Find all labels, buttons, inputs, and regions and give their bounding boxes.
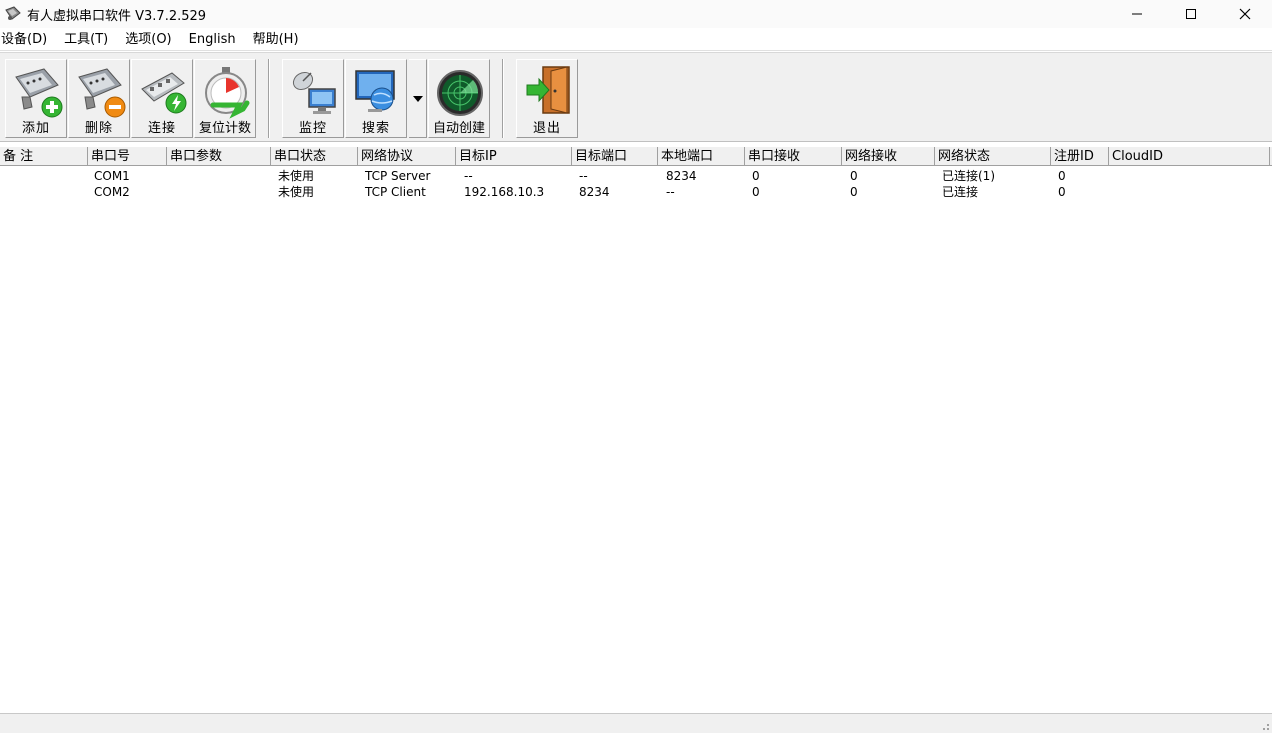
cell-serial-rx: 0 bbox=[752, 169, 760, 183]
delete-button[interactable]: 删除 bbox=[68, 59, 130, 138]
menu-device[interactable]: 设备(D) bbox=[1, 29, 55, 51]
delete-port-icon bbox=[78, 68, 126, 118]
connect-button[interactable]: 连接 bbox=[131, 59, 193, 138]
cell-target-port: 8234 bbox=[579, 185, 610, 199]
window-title: 有人虚拟串口软件 V3.7.2.529 bbox=[27, 8, 207, 24]
cell-network-rx: 0 bbox=[850, 169, 858, 183]
search-dropdown-button[interactable] bbox=[409, 59, 427, 138]
close-button[interactable] bbox=[1218, 0, 1272, 28]
auto-create-button[interactable]: 自动创建 bbox=[428, 59, 490, 138]
cell-port-status: 未使用 bbox=[278, 185, 315, 199]
column-header-serial-rx[interactable]: 串口接收 bbox=[745, 147, 842, 166]
maximize-icon bbox=[1186, 9, 1196, 19]
column-header-port-status[interactable]: 串口状态 bbox=[271, 147, 358, 166]
radar-icon bbox=[437, 70, 483, 116]
cell-network-status: 已连接(1) bbox=[942, 169, 995, 183]
menu-help[interactable]: 帮助(H) bbox=[253, 29, 307, 51]
maximize-button[interactable] bbox=[1164, 0, 1218, 28]
chevron-down-icon bbox=[413, 96, 423, 102]
exit-door-icon bbox=[526, 66, 570, 114]
cell-network-status: 已连接 bbox=[942, 185, 979, 199]
table-row[interactable]: COM1 未使用 TCP Server -- -- 8234 0 0 已连接(1… bbox=[0, 168, 1272, 184]
menu-tools[interactable]: 工具(T) bbox=[64, 29, 116, 51]
column-header-target-ip[interactable]: 目标IP bbox=[456, 147, 572, 166]
toolbar: 添加 删除 连接 复位计数 监控 搜索 自动创建 退出 bbox=[0, 52, 1272, 142]
column-header-local-port[interactable]: 本地端口 bbox=[658, 147, 745, 166]
cell-register-id: 0 bbox=[1058, 185, 1066, 199]
stopwatch-reset-icon bbox=[205, 67, 250, 119]
column-header-target-port[interactable]: 目标端口 bbox=[572, 147, 658, 166]
cell-port-status: 未使用 bbox=[278, 169, 315, 183]
cell-network-rx: 0 bbox=[850, 185, 858, 199]
exit-button[interactable]: 退出 bbox=[516, 59, 578, 138]
cell-serial-rx: 0 bbox=[752, 185, 760, 199]
reset-count-button[interactable]: 复位计数 bbox=[194, 59, 256, 138]
app-serial-icon bbox=[5, 6, 21, 20]
connect-icon bbox=[141, 72, 187, 114]
cell-port: COM2 bbox=[94, 185, 130, 199]
search-label: 搜索 bbox=[361, 121, 390, 136]
auto-create-label: 自动创建 bbox=[432, 121, 485, 136]
title-bar: 有人虚拟串口软件 V3.7.2.529 bbox=[0, 0, 1272, 28]
column-header-cloud-id[interactable]: CloudID bbox=[1109, 147, 1270, 166]
cell-target-port: -- bbox=[579, 169, 588, 183]
cell-target-ip: -- bbox=[464, 169, 473, 183]
menu-options[interactable]: 选项(O) bbox=[125, 29, 179, 51]
close-icon bbox=[1239, 8, 1251, 20]
cell-port: COM1 bbox=[94, 169, 130, 183]
toolbar-separator bbox=[502, 59, 504, 138]
column-header-port[interactable]: 串口号 bbox=[88, 147, 167, 166]
minimize-icon bbox=[1132, 13, 1142, 15]
search-network-icon bbox=[355, 70, 395, 112]
monitor-button[interactable]: 监控 bbox=[282, 59, 344, 138]
status-bar bbox=[0, 713, 1272, 733]
cell-local-port: 8234 bbox=[666, 169, 697, 183]
cell-local-port: -- bbox=[666, 185, 675, 199]
menu-bar: 设备(D) 工具(T) 选项(O) English 帮助(H) bbox=[0, 29, 1272, 51]
port-list-table: 备 注 串口号 串口参数 串口状态 网络协议 目标IP 目标端口 本地端口 串口… bbox=[0, 146, 1272, 713]
delete-label: 删除 bbox=[84, 121, 113, 136]
cell-target-ip: 192.168.10.3 bbox=[464, 185, 545, 199]
search-button[interactable]: 搜索 bbox=[345, 59, 407, 138]
cell-register-id: 0 bbox=[1058, 169, 1066, 183]
toolbar-separator bbox=[268, 59, 270, 138]
cell-protocol: TCP Server bbox=[365, 169, 431, 183]
column-header-note[interactable]: 备 注 bbox=[0, 147, 88, 166]
column-header-port-params[interactable]: 串口参数 bbox=[167, 147, 271, 166]
add-button[interactable]: 添加 bbox=[5, 59, 67, 138]
add-label: 添加 bbox=[21, 121, 50, 136]
menu-english[interactable]: English bbox=[189, 29, 244, 51]
table-header: 备 注 串口号 串口参数 串口状态 网络协议 目标IP 目标端口 本地端口 串口… bbox=[0, 146, 1272, 166]
monitor-satellite-icon bbox=[292, 71, 336, 114]
column-header-network-status[interactable]: 网络状态 bbox=[935, 147, 1051, 166]
column-header-network-rx[interactable]: 网络接收 bbox=[842, 147, 935, 166]
resize-grip-icon[interactable] bbox=[1258, 719, 1270, 731]
column-header-protocol[interactable]: 网络协议 bbox=[358, 147, 456, 166]
cell-protocol: TCP Client bbox=[365, 185, 426, 199]
reset-count-label: 复位计数 bbox=[198, 121, 251, 136]
connect-label: 连接 bbox=[147, 121, 176, 136]
table-row[interactable]: COM2 未使用 TCP Client 192.168.10.3 8234 --… bbox=[0, 184, 1272, 200]
monitor-label: 监控 bbox=[298, 121, 327, 136]
column-header-register-id[interactable]: 注册ID bbox=[1051, 147, 1109, 166]
add-port-icon bbox=[15, 68, 63, 118]
exit-label: 退出 bbox=[532, 121, 561, 136]
minimize-button[interactable] bbox=[1110, 0, 1164, 28]
